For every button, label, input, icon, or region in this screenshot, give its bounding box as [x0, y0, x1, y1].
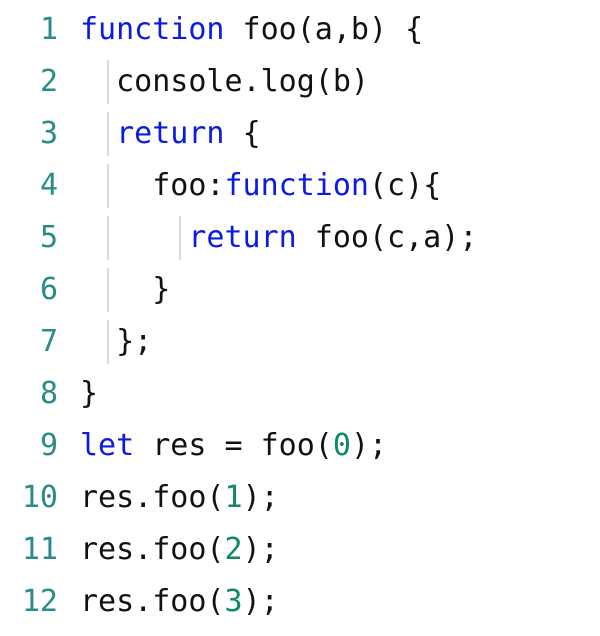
code-content: res.foo(1);	[80, 472, 600, 524]
token-plain: console.log(b)	[116, 64, 369, 99]
token-kw: return	[188, 220, 296, 255]
token-kw: function	[225, 168, 370, 203]
line-number: 1	[0, 4, 80, 56]
line-number: 6	[0, 264, 80, 316]
token-punc: ;	[459, 220, 477, 255]
code-editor: 1function foo(a,b) {2 console.log(b)3 re…	[0, 0, 600, 628]
line-number: 7	[0, 316, 80, 368]
indent-guide	[107, 216, 109, 260]
token-punc: }	[152, 272, 170, 307]
token-plain: res.foo(	[80, 480, 225, 515]
token-punc: };	[116, 324, 152, 359]
code-content: return foo(c,a);	[80, 212, 600, 264]
token-num: 2	[225, 532, 243, 567]
token-kw: function	[80, 12, 225, 47]
indent	[80, 168, 152, 203]
token-punc: ;	[261, 532, 279, 567]
code-line: 2 console.log(b)	[0, 56, 600, 108]
code-line: 12res.foo(3);	[0, 576, 600, 628]
indent	[80, 64, 116, 99]
code-line: 11res.foo(2);	[0, 524, 600, 576]
indent	[80, 220, 188, 255]
code-line: 7 };	[0, 316, 600, 368]
token-plain: res.foo(	[80, 584, 225, 619]
indent-guide	[107, 60, 109, 104]
token-punc: {	[405, 12, 423, 47]
token-punc: {	[423, 168, 441, 203]
code-line: 9let res = foo(0);	[0, 420, 600, 472]
indent-guide	[107, 164, 109, 208]
code-line: 3 return {	[0, 108, 600, 160]
line-number: 11	[0, 524, 80, 576]
code-content: }	[80, 264, 600, 316]
indent	[80, 272, 152, 307]
code-content: res.foo(2);	[80, 524, 600, 576]
token-punc: {	[243, 116, 261, 151]
token-punc: ;	[261, 480, 279, 515]
line-number: 4	[0, 160, 80, 212]
indent	[80, 324, 116, 359]
code-content: return {	[80, 108, 600, 160]
token-plain: foo(a,b)	[225, 12, 406, 47]
token-num: 0	[333, 428, 351, 463]
line-number: 9	[0, 420, 80, 472]
code-line: 8}	[0, 368, 600, 420]
line-number: 12	[0, 576, 80, 628]
token-plain: )	[243, 480, 261, 515]
code-content: foo:function(c){	[80, 160, 600, 212]
token-plain: foo:	[152, 168, 224, 203]
token-plain: res = foo(	[134, 428, 333, 463]
token-plain: (c)	[369, 168, 423, 203]
token-punc: ;	[261, 584, 279, 619]
code-content: function foo(a,b) {	[80, 4, 600, 56]
token-num: 3	[225, 584, 243, 619]
code-line: 4 foo:function(c){	[0, 160, 600, 212]
token-punc: }	[80, 376, 98, 411]
code-content: let res = foo(0);	[80, 420, 600, 472]
line-number: 8	[0, 368, 80, 420]
indent-guide	[107, 112, 109, 156]
code-content: }	[80, 368, 600, 420]
line-number: 10	[0, 472, 80, 524]
token-plain: res.foo(	[80, 532, 225, 567]
code-content: res.foo(3);	[80, 576, 600, 628]
line-number: 5	[0, 212, 80, 264]
token-kw: return	[116, 116, 224, 151]
token-num: 1	[225, 480, 243, 515]
code-line: 1function foo(a,b) {	[0, 4, 600, 56]
code-line: 6 }	[0, 264, 600, 316]
indent	[80, 116, 116, 151]
token-plain: )	[243, 584, 261, 619]
line-number: 2	[0, 56, 80, 108]
code-content: };	[80, 316, 600, 368]
token-plain: )	[351, 428, 369, 463]
code-content: console.log(b)	[80, 56, 600, 108]
token-kw: let	[80, 428, 134, 463]
indent-guide	[107, 320, 109, 364]
code-line: 10res.foo(1);	[0, 472, 600, 524]
indent-guide	[179, 216, 181, 260]
token-plain: )	[243, 532, 261, 567]
indent-guide	[107, 268, 109, 312]
line-number: 3	[0, 108, 80, 160]
token-punc: ;	[369, 428, 387, 463]
code-line: 5 return foo(c,a);	[0, 212, 600, 264]
token-plain: foo(c,a)	[297, 220, 460, 255]
token-plain	[225, 116, 243, 151]
